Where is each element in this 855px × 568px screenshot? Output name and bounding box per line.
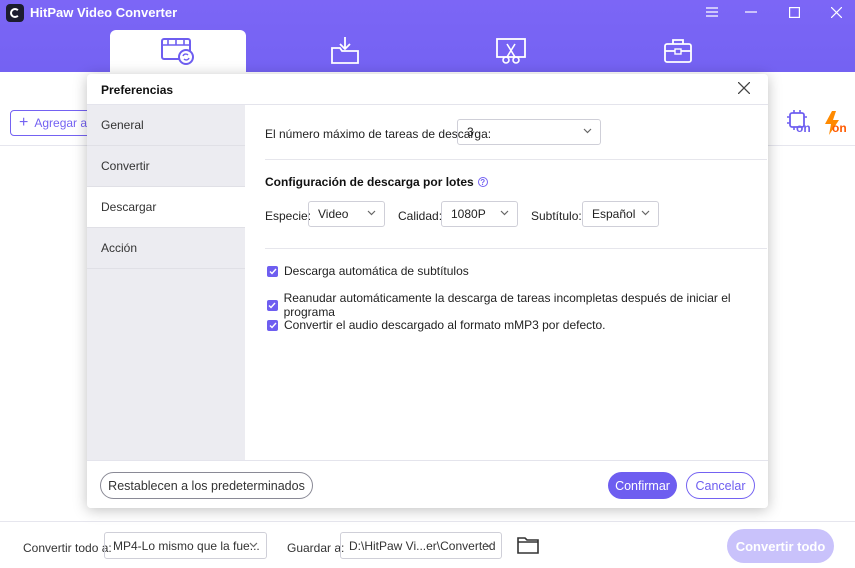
divider	[265, 159, 767, 160]
divider	[265, 248, 767, 249]
sidebar-item-label: Acción	[101, 241, 138, 255]
sidebar-item-label: Convertir	[101, 159, 150, 173]
sidebar-item-download[interactable]: Descargar	[87, 187, 245, 228]
max-tasks-value: 3	[467, 125, 474, 139]
download-settings-panel: El número máximo de tareas de descarga: …	[245, 105, 768, 460]
quality-value: 1080P	[451, 207, 486, 221]
checkbox-label: Reanudar automáticamente la descarga de …	[283, 291, 731, 319]
reset-defaults-button[interactable]: Restablecen a los predeterminados	[100, 472, 313, 499]
checkbox-label: Convertir el audio descargado al formato…	[284, 318, 606, 332]
help-icon[interactable]: ?	[477, 177, 488, 187]
subtitle-label: Subtítulo:	[531, 209, 582, 223]
batch-download-title-text: Configuración de descarga por lotes	[265, 175, 474, 189]
dialog-close-button[interactable]	[737, 81, 752, 96]
checkbox-label: Descarga automática de subtítulos	[284, 264, 469, 278]
cancel-button[interactable]: Cancelar	[686, 472, 755, 499]
chevron-down-icon	[641, 210, 650, 216]
kind-label: Especie:	[265, 209, 312, 223]
chevron-down-icon	[583, 128, 592, 134]
chevron-down-icon	[367, 210, 376, 216]
chevron-down-icon	[500, 210, 509, 216]
checkbox-checked-icon[interactable]	[267, 265, 278, 277]
sidebar-item-action[interactable]: Acción	[87, 228, 245, 269]
dialog-header: Preferencias	[87, 74, 768, 105]
dialog-title: Preferencias	[101, 83, 174, 97]
auto-subtitles-option[interactable]: Descarga automática de subtítulos	[267, 264, 469, 278]
subtitle-value: Español	[592, 207, 636, 221]
subtitle-select[interactable]: Español	[582, 201, 659, 227]
checkbox-checked-icon[interactable]	[267, 299, 278, 311]
auto-resume-option[interactable]: Reanudar automáticamente la descarga de …	[267, 291, 768, 319]
preferences-dialog: Preferencias General Convertir Descargar…	[87, 74, 768, 508]
convert-audio-mp3-option[interactable]: Convertir el audio descargado al formato…	[267, 318, 606, 332]
dialog-footer: Restablecen a los predeterminados Confir…	[87, 460, 768, 508]
sidebar-item-general[interactable]: General	[87, 105, 245, 146]
batch-download-title: Configuración de descarga por lotes ?	[265, 175, 488, 189]
kind-value: Video	[318, 207, 349, 221]
confirm-button[interactable]: Confirmar	[608, 472, 677, 499]
sidebar-item-label: Descargar	[101, 200, 157, 214]
checkbox-checked-icon[interactable]	[267, 319, 278, 331]
quality-select[interactable]: 1080P	[441, 201, 518, 227]
close-icon	[737, 81, 751, 95]
sidebar-item-label: General	[101, 118, 144, 132]
kind-select[interactable]: Video	[308, 201, 385, 227]
sidebar-item-convert[interactable]: Convertir	[87, 146, 245, 187]
max-tasks-select[interactable]: 3	[457, 119, 601, 145]
preferences-sidebar: General Convertir Descargar Acción	[87, 105, 245, 460]
quality-label: Calidad:	[398, 209, 443, 223]
